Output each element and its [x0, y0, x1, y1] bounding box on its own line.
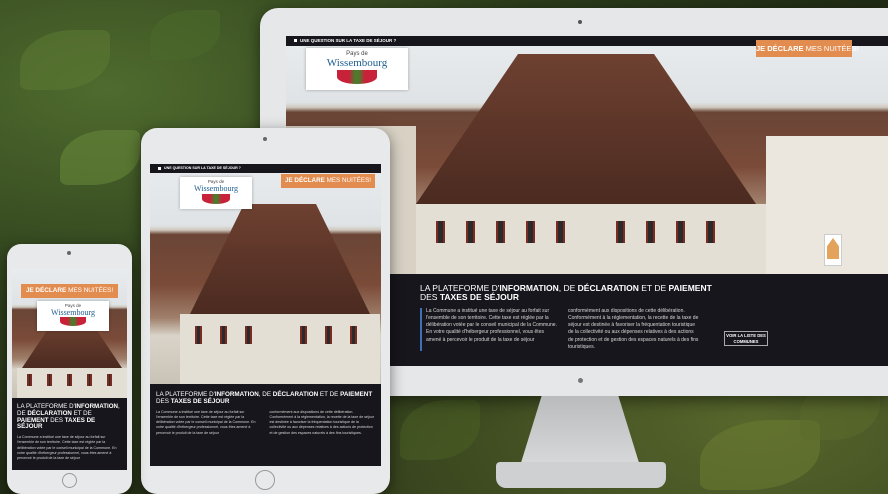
info-panel: LA PLATEFORME D'INFORMATION, DE DÉCLARAT…: [150, 384, 381, 466]
logo-emblem: [337, 70, 377, 84]
info-panel: LA PLATEFORME D'INFORMATION, DE DÉCLARAT…: [12, 398, 127, 470]
home-button[interactable]: [255, 470, 275, 490]
intro-text-left: La Commune a institué une taxe de séjour…: [156, 409, 256, 435]
question-bar[interactable]: UNE QUESTION SUR LA TAXE DE SÉJOUR ?: [150, 164, 381, 173]
wissembourg-logo[interactable]: Pays de Wissembourg: [37, 301, 109, 331]
camera-dot: [67, 251, 71, 255]
logo-emblem: [202, 194, 230, 204]
tablet-screen: UNE QUESTION SUR LA TAXE DE SÉJOUR ? Pay…: [150, 164, 381, 466]
intro-text-left: La Commune a institué une taxe de séjour…: [426, 307, 557, 343]
declare-button[interactable]: JE DÉCLARE MES NUITÉES!: [756, 40, 859, 57]
phone-screen: JE DÉCLARE MES NUITÉES! Pays de Wissembo…: [12, 268, 127, 470]
intro-columns: La Commune a institué une taxe de séjour…: [420, 307, 700, 352]
tablet-device: UNE QUESTION SUR LA TAXE DE SÉJOUR ? Pay…: [141, 128, 390, 494]
logo-emblem: [60, 317, 86, 326]
wissembourg-logo[interactable]: Pays de Wissembourg: [306, 48, 408, 90]
declare-button[interactable]: JE DÉCLARE MES NUITÉES!: [281, 174, 375, 188]
headline: LA PLATEFORME D'INFORMATION, DE DÉCLARAT…: [156, 391, 373, 405]
intro-text-right: conformément aux dispositions de cette d…: [568, 307, 699, 350]
intro-text-left: La Commune a institué une taxe de séjour…: [17, 435, 117, 461]
monitor-base: [496, 462, 666, 488]
camera-dot: [263, 137, 267, 141]
intro-columns: La Commune a institué une taxe de séjour…: [156, 410, 375, 436]
tax-mascot-icon[interactable]: [824, 234, 842, 266]
phone-device: JE DÉCLARE MES NUITÉES! Pays de Wissembo…: [7, 244, 132, 494]
headline: LA PLATEFORME D'INFORMATION, DE DÉCLARAT…: [17, 403, 120, 431]
wissembourg-logo[interactable]: Pays de Wissembourg: [180, 177, 252, 209]
intro-text-right: conformément aux dispositions de cette d…: [269, 409, 374, 435]
communes-list-button[interactable]: VOIR LA LISTE DES COMMUNES: [724, 331, 768, 346]
camera-dot: [578, 20, 582, 24]
power-dot: [578, 378, 583, 383]
headline: LA PLATEFORME D'INFORMATION, DE DÉCLARAT…: [420, 283, 712, 303]
home-button[interactable]: [62, 473, 77, 488]
declare-button[interactable]: JE DÉCLARE MES NUITÉES!: [21, 284, 118, 298]
